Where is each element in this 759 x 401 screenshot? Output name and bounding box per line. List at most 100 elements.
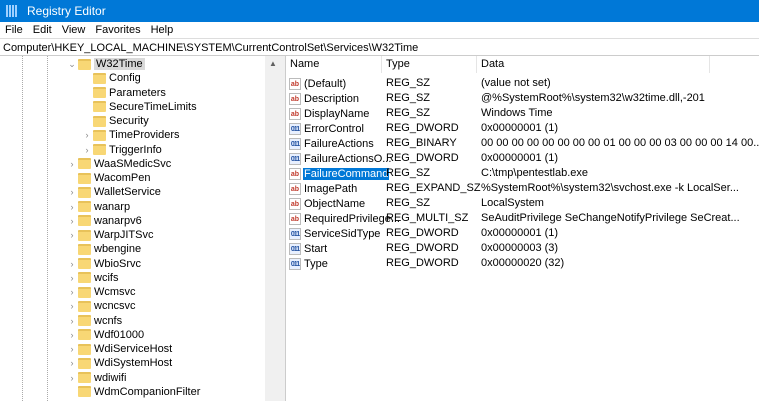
- chevron-right-icon[interactable]: ›: [68, 330, 76, 340]
- tree-item[interactable]: › WarpJITSvc: [68, 228, 154, 242]
- tree-item[interactable]: › WbioSrvc: [68, 257, 142, 271]
- chevron-right-icon[interactable]: ›: [68, 187, 76, 197]
- folder-icon: [78, 158, 91, 170]
- value-data: LocalSystem: [481, 197, 544, 209]
- value-row[interactable]: 011 Start REG_DWORD 0x00000003 (3): [286, 241, 759, 256]
- tree-item-label: wdiwifi: [94, 371, 127, 384]
- binary-value-icon: 011: [289, 122, 301, 135]
- value-data: %SystemRoot%\system32\svchost.exe -k Loc…: [481, 182, 739, 194]
- chevron-right-icon[interactable]: ›: [68, 358, 76, 368]
- menu-bar: File Edit View Favorites Help: [0, 22, 759, 38]
- tree-item[interactable]: › wanarp: [68, 200, 131, 214]
- tree-item[interactable]: › wcncsvc: [68, 299, 136, 313]
- value-name: ab DisplayName: [289, 106, 370, 121]
- value-name: ab FailureCommand: [289, 166, 390, 181]
- tree-item[interactable]: › WdiServiceHost: [68, 342, 173, 356]
- tree-item[interactable]: › TriggerInfo: [83, 143, 162, 157]
- folder-icon: [78, 386, 91, 398]
- string-value-icon: ab: [289, 77, 301, 90]
- tree-item[interactable]: › wdiwifi: [68, 371, 127, 385]
- tree-scrollbar[interactable]: ▲: [265, 56, 281, 401]
- tree-item-label: wbengine: [94, 243, 142, 256]
- chevron-right-icon[interactable]: ›: [68, 230, 76, 240]
- chevron-right-icon[interactable]: ›: [68, 301, 76, 311]
- tree-item[interactable]: › wcnfs: [68, 314, 123, 328]
- value-name: ab RequiredPrivilege...: [289, 211, 401, 226]
- column-header-name[interactable]: Name: [286, 56, 382, 73]
- chevron-right-icon[interactable]: ›: [68, 344, 76, 354]
- folder-icon: [78, 58, 91, 70]
- value-row[interactable]: 011 Type REG_DWORD 0x00000020 (32): [286, 256, 759, 271]
- value-row[interactable]: ab DisplayName REG_SZ Windows Time: [286, 106, 759, 121]
- chevron-right-icon[interactable]: ›: [68, 316, 76, 326]
- tree-item[interactable]: WacomPen: [68, 171, 150, 185]
- value-type: REG_DWORD: [386, 242, 459, 254]
- value-row[interactable]: ab (Default) REG_SZ (value not set): [286, 76, 759, 91]
- binary-value-icon: 011: [289, 152, 301, 165]
- tree-item[interactable]: › Wcmsvc: [68, 285, 136, 299]
- value-row[interactable]: 011 FailureActionsO... REG_DWORD 0x00000001…: [286, 151, 759, 166]
- tree-guide-line: [47, 56, 48, 401]
- tree-item[interactable]: Security: [83, 114, 149, 128]
- value-row[interactable]: 011 FailureActions REG_BINARY 00 00 00 00 0…: [286, 136, 759, 151]
- chevron-right-icon[interactable]: ›: [68, 273, 76, 283]
- tree-item[interactable]: SecureTimeLimits: [83, 100, 197, 114]
- chevron-right-icon[interactable]: ›: [68, 373, 76, 383]
- value-name: 011 ServiceSidType: [289, 226, 381, 241]
- value-row[interactable]: 011 ErrorControl REG_DWORD 0x00000001 (1): [286, 121, 759, 136]
- value-data: 0x00000001 (1): [481, 152, 559, 164]
- menu-help[interactable]: Help: [146, 24, 179, 36]
- folder-icon: [78, 172, 91, 184]
- scroll-up-icon[interactable]: ▲: [265, 56, 281, 68]
- value-row[interactable]: ab Description REG_SZ @%SystemRoot%\system3…: [286, 91, 759, 106]
- tree-item[interactable]: › wanarpv6: [68, 214, 142, 228]
- chevron-right-icon[interactable]: ›: [68, 202, 76, 212]
- tree-item[interactable]: wbengine: [68, 242, 141, 256]
- value-type: REG_MULTI_SZ: [386, 212, 469, 224]
- chevron-right-icon[interactable]: ›: [68, 259, 76, 269]
- tree-item[interactable]: › Wdf01000: [68, 328, 145, 342]
- tree-item-label: WdmCompanionFilter: [94, 385, 201, 398]
- menu-file[interactable]: File: [0, 24, 28, 36]
- menu-view[interactable]: View: [57, 24, 91, 36]
- chevron-right-icon[interactable]: ›: [83, 145, 91, 155]
- tree-item-label: WaaSMedicSvc: [94, 157, 172, 170]
- chevron-right-icon[interactable]: ›: [68, 216, 76, 226]
- value-row[interactable]: 011 ServiceSidType REG_DWORD 0x00000001 (1): [286, 226, 759, 241]
- tree-item-label: WbioSrvc: [94, 257, 142, 270]
- column-header-data[interactable]: Data: [477, 56, 710, 73]
- value-row[interactable]: ab RequiredPrivilege... REG_MULTI_SZ SeAudi…: [286, 211, 759, 226]
- tree-item[interactable]: › WaaSMedicSvc: [68, 157, 172, 171]
- value-type: REG_DWORD: [386, 152, 459, 164]
- folder-icon: [78, 229, 91, 241]
- tree-item-label: wcncsvc: [94, 300, 136, 313]
- chevron-right-icon[interactable]: ›: [68, 159, 76, 169]
- chevron-right-icon[interactable]: ›: [68, 287, 76, 297]
- value-row[interactable]: ab ImagePath REG_EXPAND_SZ %SystemRoot%\sys…: [286, 181, 759, 196]
- tree-item[interactable]: › WalletService: [68, 185, 161, 199]
- tree-item[interactable]: Parameters: [83, 86, 166, 100]
- folder-icon: [78, 357, 91, 369]
- tree-item[interactable]: Config: [83, 71, 141, 85]
- value-type: REG_SZ: [386, 107, 431, 119]
- value-name-text: Type: [304, 257, 328, 270]
- chevron-down-icon[interactable]: ⌄: [68, 59, 76, 70]
- value-row[interactable]: ab ObjectName REG_SZ LocalSystem: [286, 196, 759, 211]
- folder-icon: [78, 201, 91, 213]
- chevron-right-icon[interactable]: ›: [83, 130, 91, 140]
- title-bar: Registry Editor: [0, 0, 759, 22]
- value-name: 011 Type: [289, 256, 329, 271]
- column-header-type[interactable]: Type: [382, 56, 477, 73]
- menu-edit[interactable]: Edit: [28, 24, 57, 36]
- tree-item[interactable]: › WdiSystemHost: [68, 356, 173, 370]
- tree-item[interactable]: WdmCompanionFilter: [68, 385, 200, 399]
- tree-item[interactable]: › wcifs: [68, 271, 119, 285]
- tree-item[interactable]: ⌄ W32Time: [68, 57, 145, 71]
- tree-item-label: WacomPen: [94, 172, 151, 185]
- tree-item-label: W32Time: [94, 58, 145, 70]
- value-row[interactable]: ab FailureCommand REG_SZ C:\tmp\pentestlab.…: [286, 166, 759, 181]
- menu-favorites[interactable]: Favorites: [90, 24, 145, 36]
- tree-item[interactable]: › TimeProviders: [83, 128, 180, 142]
- address-bar[interactable]: Computer\HKEY_LOCAL_MACHINE\SYSTEM\Curre…: [0, 38, 759, 56]
- string-value-icon: ab: [289, 92, 301, 105]
